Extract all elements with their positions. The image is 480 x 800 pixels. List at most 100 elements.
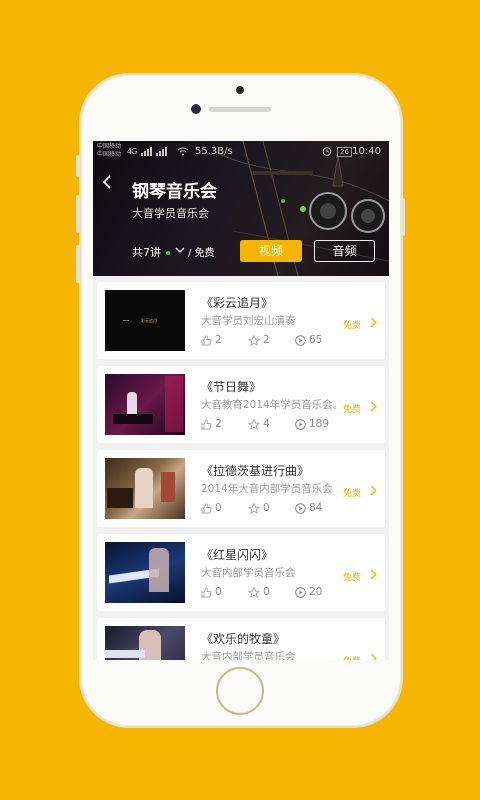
- item-title: 《节日舞》: [201, 380, 262, 394]
- favorite-count[interactable]: 0: [248, 502, 270, 514]
- thumbnail-mark: [123, 320, 129, 321]
- carrier-labels: 中国移动 中国移动: [97, 143, 121, 159]
- star-icon: [248, 334, 260, 346]
- thumbnail-figure: [127, 392, 137, 416]
- battery-icon: 26: [337, 147, 352, 157]
- favorite-count[interactable]: 2: [248, 334, 270, 346]
- carrier-label-1: 中国移动: [97, 143, 122, 150]
- earpiece-speaker: [209, 107, 271, 112]
- tab-audio[interactable]: 音频: [314, 240, 375, 262]
- alarm-icon: [322, 147, 332, 156]
- chevron-right-icon[interactable]: [370, 653, 377, 660]
- item-title: 《欢乐的牧童》: [201, 632, 286, 646]
- free-badge: 免费: [343, 654, 361, 660]
- favorite-count-value: 2: [263, 334, 270, 346]
- video-thumbnail: [105, 374, 185, 435]
- back-arrow-icon[interactable]: [101, 174, 113, 190]
- chevron-down-icon[interactable]: [175, 246, 185, 254]
- header-banner: 中国移动 中国移动 4G 55.3B/s 26 10:40 钢琴音乐会 大音学员…: [93, 141, 389, 276]
- list-item[interactable]: 彩云追月 《彩云追月》 大音学员刘宏山演奏 免费 2 2 65: [97, 282, 385, 359]
- like-count[interactable]: 2: [201, 418, 222, 430]
- thumbnail-caption: 彩云追月: [141, 318, 157, 323]
- favorite-count-value: 4: [263, 418, 270, 430]
- thumbnail-piano: [107, 488, 133, 508]
- play-count-value: 189: [309, 418, 330, 430]
- like-count-value: 0: [215, 586, 222, 598]
- chevron-right-icon[interactable]: [370, 485, 377, 496]
- phone-volume-down: [76, 245, 80, 283]
- home-button[interactable]: [216, 667, 264, 715]
- play-count: 65: [295, 334, 322, 346]
- play-count: 20: [295, 586, 322, 598]
- thumbnail-curtain: [165, 376, 183, 432]
- carrier-label-2: 中国移动: [97, 151, 122, 158]
- front-camera: [236, 86, 244, 94]
- play-count: 189: [295, 418, 329, 430]
- phone-side-button: [76, 155, 80, 177]
- item-title: 《红星闪闪》: [201, 548, 274, 562]
- item-title: 《彩云追月》: [201, 296, 274, 310]
- favorite-count[interactable]: 4: [248, 418, 270, 430]
- list-item[interactable]: 《红星闪闪》 大音内部学员音乐会 免费 0 0 20: [97, 534, 385, 611]
- network-label: 4G: [127, 147, 137, 156]
- fee-label: / 免费: [188, 248, 215, 259]
- like-count[interactable]: 2: [201, 334, 222, 346]
- play-icon: [295, 586, 306, 598]
- thumbnail-piano: [113, 414, 153, 424]
- app-screen: 中国移动 中国移动 4G 55.3B/s 26 10:40 钢琴音乐会 大音学员…: [93, 141, 389, 660]
- chevron-right-icon[interactable]: [370, 401, 377, 412]
- clock: 10:40: [352, 146, 381, 157]
- page-subtitle: 大音学员音乐会: [132, 207, 209, 220]
- item-description: 2014年大音内部学员音乐会: [201, 483, 333, 495]
- like-count-value: 0: [215, 502, 222, 514]
- wifi-icon: [177, 147, 189, 156]
- item-description: 大音教育2014年学员音乐会。: [201, 399, 336, 411]
- video-thumbnail: 彩云追月: [105, 290, 185, 351]
- thumbnail-figure: [149, 548, 169, 592]
- like-count-value: 2: [215, 334, 222, 346]
- free-badge: 免费: [343, 405, 362, 415]
- list-item[interactable]: 《欢乐的牧童》 大音内部学员音乐会 免费: [97, 618, 385, 660]
- free-badge: 免费: [343, 321, 362, 331]
- chevron-right-icon[interactable]: [370, 317, 377, 328]
- video-thumbnail: [105, 458, 185, 519]
- free-badge: 免费: [343, 489, 362, 499]
- free-badge: 免费: [343, 573, 362, 583]
- favorite-count-value: 0: [263, 586, 270, 598]
- thumbnail-figure: [135, 468, 153, 508]
- tab-video[interactable]: 视频: [240, 240, 302, 262]
- favorite-count-value: 0: [263, 502, 270, 514]
- play-icon: [295, 502, 306, 514]
- play-count-value: 20: [309, 586, 323, 598]
- video-thumbnail: [105, 626, 185, 660]
- like-count[interactable]: 0: [201, 502, 222, 514]
- phone-power-button: [401, 198, 405, 236]
- like-count[interactable]: 0: [201, 586, 222, 598]
- list-item[interactable]: 《节日舞》 大音教育2014年学员音乐会。 免费 2 4 189: [97, 366, 385, 443]
- chevron-right-icon[interactable]: [370, 569, 377, 580]
- play-count-value: 84: [309, 502, 323, 514]
- proximity-sensor: [191, 104, 201, 114]
- item-description: 大音学员刘宏山演奏: [201, 315, 296, 327]
- play-icon: [295, 418, 306, 430]
- thumbs-up-icon: [201, 334, 212, 345]
- thumbnail-keys: [105, 650, 145, 658]
- play-count-value: 65: [309, 334, 323, 346]
- item-title: 《拉德茨基进行曲》: [201, 464, 310, 478]
- lecture-count[interactable]: 共7讲: [132, 244, 161, 260]
- thumbs-up-icon: [201, 418, 212, 429]
- page-title: 钢琴音乐会: [132, 182, 217, 202]
- thumbs-up-icon: [201, 586, 212, 597]
- star-icon: [248, 502, 260, 514]
- thumbs-up-icon: [201, 502, 212, 513]
- like-count-value: 2: [215, 418, 222, 430]
- item-description: 大音内部学员音乐会: [201, 567, 296, 579]
- thumbnail-figure-2: [161, 472, 175, 502]
- network-speed: 55.3B/s: [195, 146, 233, 157]
- star-icon: [248, 586, 260, 598]
- phone-volume-up: [76, 195, 80, 233]
- item-description: 大音内部学员音乐会: [201, 651, 296, 660]
- video-thumbnail: [105, 542, 185, 603]
- favorite-count[interactable]: 0: [248, 586, 270, 598]
- list-item[interactable]: 《拉德茨基进行曲》 2014年大音内部学员音乐会 免费 0 0 84: [97, 450, 385, 527]
